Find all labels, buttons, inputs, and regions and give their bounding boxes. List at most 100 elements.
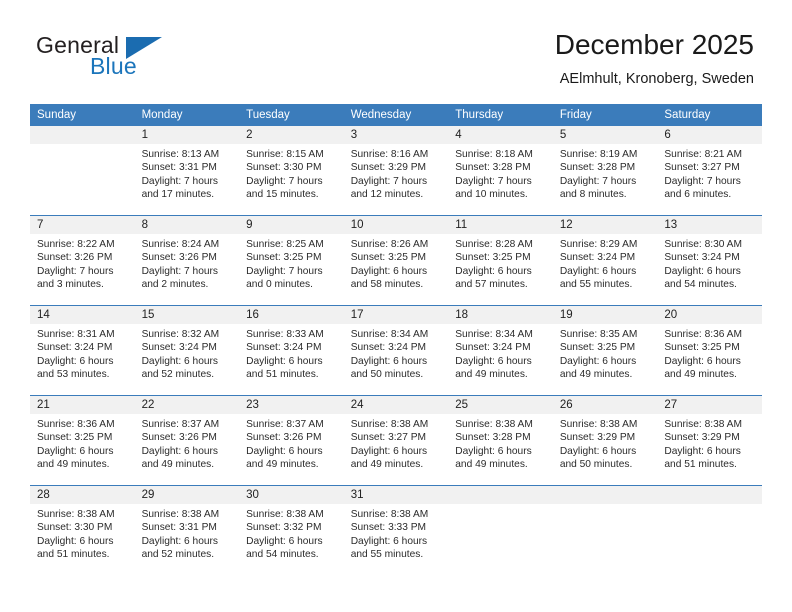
calendar-day-cell[interactable]: 17 Sunrise: 8:34 AM Sunset: 3:24 PM Dayligh… bbox=[343, 305, 449, 396]
daylight-duration-line2: and 8 minutes. bbox=[559, 189, 627, 201]
sunrise-time: Sunrise: 8:34 AM bbox=[350, 329, 429, 340]
calendar-day-cell[interactable]: 8 Sunrise: 8:24 AM Sunset: 3:26 PM Daylight… bbox=[134, 215, 240, 306]
daylight-duration-line1: Daylight: 7 hours bbox=[141, 175, 219, 187]
day-cell-inner: 6 Sunrise: 8:21 AM Sunset: 3:27 PM Daylight… bbox=[657, 126, 762, 215]
day-cell-inner: 29 Sunrise: 8:38 AM Sunset: 3:31 PM Dayligh… bbox=[134, 486, 240, 575]
sunrise-time: Sunrise: 8:38 AM bbox=[455, 419, 533, 430]
daylight-duration-line1: Daylight: 7 hours bbox=[350, 175, 428, 187]
calendar-day-cell[interactable]: 26 Sunrise: 8:38 AM Sunset: 3:29 PM Dayligh… bbox=[552, 395, 658, 486]
brand-name-blue: Blue bbox=[90, 53, 137, 79]
calendar-day-cell[interactable]: 4 Sunrise: 8:18 AM Sunset: 3:28 PM Daylight… bbox=[448, 126, 553, 216]
calendar-day-cell[interactable]: 18 Sunrise: 8:34 AM Sunset: 3:24 PM Dayligh… bbox=[448, 305, 553, 396]
sunset-time: Sunset: 3:30 PM bbox=[37, 522, 113, 534]
daylight-duration-line2: and 51 minutes. bbox=[664, 459, 737, 471]
day-detail: Sunrise: 8:38 AM Sunset: 3:30 PM Daylight:… bbox=[30, 504, 135, 562]
calendar-day-cell[interactable]: 6 Sunrise: 8:21 AM Sunset: 3:27 PM Daylight… bbox=[657, 126, 762, 216]
day-cell-inner: 31 Sunrise: 8:38 AM Sunset: 3:33 PM Dayligh… bbox=[343, 486, 449, 575]
sunset-time: Sunset: 3:24 PM bbox=[455, 342, 531, 354]
calendar-day-cell[interactable]: 20 Sunrise: 8:36 AM Sunset: 3:25 PM Dayligh… bbox=[657, 305, 762, 396]
calendar-body: 1 Sunrise: 8:13 AM Sunset: 3:31 PM Daylight… bbox=[30, 126, 762, 575]
calendar-day-cell[interactable]: 5 Sunrise: 8:19 AM Sunset: 3:28 PM Daylight… bbox=[552, 126, 658, 216]
sunrise-time: Sunrise: 8:38 AM bbox=[246, 509, 324, 520]
calendar-day-cell[interactable]: 9 Sunrise: 8:25 AM Sunset: 3:25 PM Daylight… bbox=[239, 215, 344, 306]
day-cell-inner: 27 Sunrise: 8:38 AM Sunset: 3:29 PM Dayligh… bbox=[657, 396, 762, 485]
sunrise-time: Sunrise: 8:33 AM bbox=[246, 329, 324, 340]
sunrise-time: Sunrise: 8:38 AM bbox=[141, 509, 220, 520]
calendar-day-cell[interactable]: 14 Sunrise: 8:31 AM Sunset: 3:24 PM Dayligh… bbox=[30, 305, 135, 396]
calendar-day-cell[interactable]: 3 Sunrise: 8:16 AM Sunset: 3:29 PM Daylight… bbox=[343, 126, 449, 216]
calendar-day-cell[interactable]: 16 Sunrise: 8:33 AM Sunset: 3:24 PM Dayligh… bbox=[239, 305, 344, 396]
calendar-day-cell[interactable]: 23 Sunrise: 8:37 AM Sunset: 3:26 PM Dayligh… bbox=[239, 395, 344, 486]
day-number: 11 bbox=[448, 216, 553, 234]
daylight-duration-line1: Daylight: 6 hours bbox=[350, 445, 428, 457]
calendar-day-cell[interactable]: 15 Sunrise: 8:32 AM Sunset: 3:24 PM Dayligh… bbox=[134, 305, 240, 396]
sunset-time: Sunset: 3:28 PM bbox=[559, 162, 636, 174]
day-detail: Sunrise: 8:35 AM Sunset: 3:25 PM Daylight:… bbox=[553, 324, 658, 382]
day-detail: Sunrise: 8:36 AM Sunset: 3:25 PM Daylight:… bbox=[657, 324, 762, 382]
day-cell-inner: 17 Sunrise: 8:34 AM Sunset: 3:24 PM Dayligh… bbox=[343, 306, 449, 395]
calendar-day-cell[interactable]: 27 Sunrise: 8:38 AM Sunset: 3:29 PM Dayligh… bbox=[657, 395, 762, 486]
sunrise-time: Sunrise: 8:25 AM bbox=[246, 239, 324, 250]
calendar-day-cell[interactable]: 29 Sunrise: 8:38 AM Sunset: 3:31 PM Dayligh… bbox=[134, 485, 240, 575]
calendar-day-cell[interactable]: 12 Sunrise: 8:29 AM Sunset: 3:24 PM Dayligh… bbox=[552, 215, 658, 306]
page-title: December 2025 bbox=[554, 29, 754, 60]
calendar-day-cell[interactable]: 28 Sunrise: 8:38 AM Sunset: 3:30 PM Dayligh… bbox=[30, 485, 135, 575]
day-number: 16 bbox=[239, 306, 344, 324]
day-detail: Sunrise: 8:28 AM Sunset: 3:25 PM Daylight:… bbox=[448, 234, 553, 292]
calendar-day-cell[interactable]: 21 Sunrise: 8:36 AM Sunset: 3:25 PM Dayligh… bbox=[30, 395, 135, 486]
day-number: 31 bbox=[343, 486, 449, 504]
calendar-day-cell[interactable]: 1 Sunrise: 8:13 AM Sunset: 3:31 PM Daylight… bbox=[134, 126, 240, 216]
sunset-time: Sunset: 3:25 PM bbox=[455, 252, 531, 264]
daylight-duration-line2: and 49 minutes. bbox=[141, 459, 215, 471]
sunset-time: Sunset: 3:24 PM bbox=[246, 342, 322, 354]
calendar-day-cell[interactable]: 25 Sunrise: 8:38 AM Sunset: 3:28 PM Dayligh… bbox=[448, 395, 553, 486]
day-number bbox=[30, 126, 135, 144]
brand-logo[interactable]: General Blue bbox=[36, 32, 266, 88]
daylight-duration-line2: and 12 minutes. bbox=[350, 189, 424, 201]
calendar-week-row: 1 Sunrise: 8:13 AM Sunset: 3:31 PM Daylight… bbox=[30, 126, 762, 216]
day-detail: Sunrise: 8:30 AM Sunset: 3:24 PM Daylight:… bbox=[657, 234, 762, 292]
day-number: 4 bbox=[448, 126, 553, 144]
calendar-day-cell[interactable]: 19 Sunrise: 8:35 AM Sunset: 3:25 PM Dayligh… bbox=[552, 305, 658, 396]
daylight-duration-line1: Daylight: 6 hours bbox=[37, 355, 114, 367]
daylight-duration-line2: and 15 minutes. bbox=[246, 189, 319, 201]
sunset-time: Sunset: 3:25 PM bbox=[664, 342, 740, 354]
calendar-day-cell[interactable]: 22 Sunrise: 8:37 AM Sunset: 3:26 PM Dayligh… bbox=[134, 395, 240, 486]
calendar-day-cell[interactable]: 24 Sunrise: 8:38 AM Sunset: 3:27 PM Dayligh… bbox=[343, 395, 449, 486]
calendar-day-cell[interactable]: 10 Sunrise: 8:26 AM Sunset: 3:25 PM Dayligh… bbox=[343, 215, 449, 306]
sunset-time: Sunset: 3:32 PM bbox=[246, 522, 322, 534]
calendar-day-cell[interactable]: 2 Sunrise: 8:15 AM Sunset: 3:30 PM Daylight… bbox=[239, 126, 344, 216]
calendar-day-cell[interactable]: 7 Sunrise: 8:22 AM Sunset: 3:26 PM Daylight… bbox=[30, 215, 135, 306]
daylight-duration-line1: Daylight: 6 hours bbox=[559, 265, 637, 277]
day-detail: Sunrise: 8:24 AM Sunset: 3:26 PM Daylight:… bbox=[135, 234, 240, 292]
calendar-week-row: 28 Sunrise: 8:38 AM Sunset: 3:30 PM Dayligh… bbox=[30, 485, 762, 575]
day-number: 2 bbox=[239, 126, 344, 144]
calendar-day-cell[interactable]: 11 Sunrise: 8:28 AM Sunset: 3:25 PM Dayligh… bbox=[448, 215, 553, 306]
day-number: 1 bbox=[134, 126, 240, 144]
sunrise-time: Sunrise: 8:38 AM bbox=[664, 419, 742, 430]
calendar-day-cell-empty bbox=[30, 126, 135, 216]
calendar-day-cell[interactable]: 31 Sunrise: 8:38 AM Sunset: 3:33 PM Dayligh… bbox=[343, 485, 449, 575]
daylight-duration-line1: Daylight: 6 hours bbox=[559, 445, 637, 457]
calendar-day-cell[interactable]: 13 Sunrise: 8:30 AM Sunset: 3:24 PM Dayligh… bbox=[657, 215, 762, 306]
daylight-duration-line2: and 57 minutes. bbox=[455, 279, 528, 291]
day-cell-inner: 24 Sunrise: 8:38 AM Sunset: 3:27 PM Dayligh… bbox=[343, 396, 449, 485]
daylight-duration-line1: Daylight: 6 hours bbox=[664, 355, 741, 367]
daylight-duration-line2: and 51 minutes. bbox=[37, 549, 110, 561]
title-block: December 2025 AElmhult, Kronoberg, Swede… bbox=[555, 28, 754, 88]
day-number: 5 bbox=[552, 126, 658, 144]
calendar-week-row: 21 Sunrise: 8:36 AM Sunset: 3:25 PM Dayligh… bbox=[30, 395, 762, 486]
daylight-duration-line1: Daylight: 6 hours bbox=[246, 355, 323, 367]
weekday-header-tuesday: Tuesday bbox=[239, 104, 344, 126]
day-number: 26 bbox=[552, 396, 658, 414]
calendar-day-cell[interactable]: 30 Sunrise: 8:38 AM Sunset: 3:32 PM Dayligh… bbox=[239, 485, 344, 575]
daylight-duration-line2: and 50 minutes. bbox=[559, 459, 633, 471]
day-cell-inner: 1 Sunrise: 8:13 AM Sunset: 3:31 PM Daylight… bbox=[134, 126, 240, 215]
calendar-day-cell-empty bbox=[657, 485, 762, 575]
daylight-duration-line2: and 2 minutes. bbox=[141, 279, 209, 291]
day-cell-inner: 30 Sunrise: 8:38 AM Sunset: 3:32 PM Dayligh… bbox=[239, 486, 344, 575]
sunset-time: Sunset: 3:24 PM bbox=[664, 252, 740, 264]
sunrise-time: Sunrise: 8:19 AM bbox=[559, 149, 638, 160]
sunset-time: Sunset: 3:24 PM bbox=[350, 342, 427, 354]
sunset-time: Sunset: 3:30 PM bbox=[246, 162, 322, 174]
